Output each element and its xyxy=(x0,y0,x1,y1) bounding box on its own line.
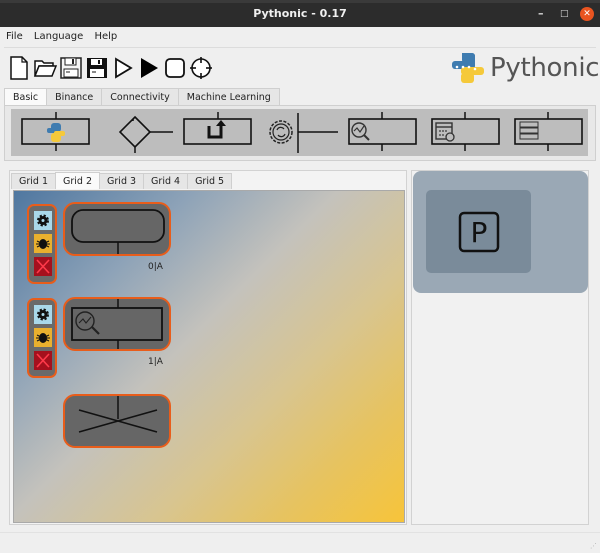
pythonic-logo: Pythonic xyxy=(450,51,600,85)
gear-icon xyxy=(37,214,49,227)
element-controls xyxy=(27,298,57,378)
element-label: 0|A xyxy=(148,262,163,272)
tab-grid-3[interactable]: Grid 3 xyxy=(99,173,145,189)
menu-file[interactable]: File xyxy=(6,31,23,42)
gear-icon xyxy=(37,308,49,321)
minimize-icon[interactable]: – xyxy=(538,3,544,25)
workflow-canvas[interactable]: 0|A 1|A xyxy=(13,190,405,523)
python-logo-icon xyxy=(452,53,484,83)
target-button[interactable] xyxy=(189,55,213,81)
tab-connectivity[interactable]: Connectivity xyxy=(101,88,179,106)
chart-magnifier-icon xyxy=(351,122,370,141)
element-palette-panel xyxy=(4,105,596,161)
play-outline-icon xyxy=(115,57,133,79)
close-icon[interactable]: ✕ xyxy=(580,7,594,21)
stack-list-icon xyxy=(519,121,539,140)
palette-return-element[interactable] xyxy=(183,109,253,156)
debug-run-button[interactable] xyxy=(111,55,135,81)
element-palette xyxy=(11,109,588,156)
maximize-icon[interactable]: □ xyxy=(560,3,569,25)
toolbar xyxy=(7,55,213,83)
parking-glyph: P xyxy=(470,216,487,249)
save-as-icon xyxy=(87,58,107,78)
menu-bar: File Language Help xyxy=(6,31,125,47)
python-icon xyxy=(47,123,65,142)
tab-grid-2[interactable]: Grid 2 xyxy=(55,172,101,189)
start-element[interactable] xyxy=(63,202,171,256)
gear-cycle-icon xyxy=(269,120,293,144)
chart-element[interactable] xyxy=(63,297,171,351)
bug-icon xyxy=(36,333,50,343)
title-bar: Pythonic - 0.17 – □ ✕ xyxy=(0,3,600,27)
category-tabs: Basic Binance Connectivity Machine Learn… xyxy=(4,88,280,107)
menu-divider xyxy=(4,47,596,48)
logo-text: Pythonic xyxy=(490,53,600,83)
diamond-icon xyxy=(118,115,173,153)
crosshair-icon xyxy=(190,57,212,79)
debug-button[interactable] xyxy=(34,234,52,253)
element-label: 1|A xyxy=(148,357,163,367)
palette-scheduler-date-element[interactable] xyxy=(431,109,501,156)
stop-icon xyxy=(165,58,185,78)
window-title: Pythonic - 0.17 xyxy=(253,7,347,20)
palette-process-element[interactable] xyxy=(268,109,348,156)
new-file-icon xyxy=(10,56,28,80)
chart-magnifier-icon xyxy=(75,311,100,335)
resize-grip-icon[interactable]: ⋰ xyxy=(590,542,597,550)
save-as-button[interactable] xyxy=(85,55,109,81)
palette-python-element[interactable] xyxy=(21,109,91,156)
calendar-clock-icon xyxy=(435,122,455,142)
tab-grid-4[interactable]: Grid 4 xyxy=(143,173,189,189)
tab-grid-1[interactable]: Grid 1 xyxy=(11,173,57,189)
grid-area: Grid 1 Grid 2 Grid 3 Grid 4 Grid 5 0|A 1… xyxy=(9,170,407,525)
parking-button[interactable]: P xyxy=(426,190,531,273)
delete-icon xyxy=(36,353,50,368)
stop-button[interactable] xyxy=(163,55,187,81)
palette-branch-element[interactable] xyxy=(117,109,177,156)
main-window: File Language Help Pythonic Basic Binanc… xyxy=(0,27,600,553)
new-file-button[interactable] xyxy=(7,55,31,81)
config-button[interactable] xyxy=(34,211,52,230)
tab-binance[interactable]: Binance xyxy=(46,88,103,106)
palette-stack-element[interactable] xyxy=(514,109,584,156)
menu-language[interactable]: Language xyxy=(34,31,83,42)
tab-grid-5[interactable]: Grid 5 xyxy=(187,173,233,189)
bug-icon xyxy=(36,239,50,249)
placeholder-element[interactable] xyxy=(63,394,171,448)
menu-help[interactable]: Help xyxy=(94,31,117,42)
save-button[interactable] xyxy=(59,55,83,81)
element-preview: P xyxy=(413,171,588,293)
play-icon xyxy=(141,58,158,78)
status-bar: ⋰ xyxy=(0,532,600,553)
open-folder-icon xyxy=(33,60,57,77)
palette-scheduler-element[interactable] xyxy=(348,109,418,156)
run-button[interactable] xyxy=(137,55,161,81)
config-button[interactable] xyxy=(34,305,52,324)
grid-tabs: Grid 1 Grid 2 Grid 3 Grid 4 Grid 5 xyxy=(11,172,233,189)
delete-button[interactable] xyxy=(34,257,52,276)
delete-button[interactable] xyxy=(34,351,52,370)
parking-p-icon: P xyxy=(458,211,499,252)
open-file-button[interactable] xyxy=(33,55,57,81)
debug-button[interactable] xyxy=(34,328,52,347)
right-panel: P xyxy=(411,170,589,525)
element-controls xyxy=(27,204,57,284)
tab-machine-learning[interactable]: Machine Learning xyxy=(177,88,280,106)
save-icon xyxy=(60,57,82,79)
delete-icon xyxy=(36,259,50,274)
